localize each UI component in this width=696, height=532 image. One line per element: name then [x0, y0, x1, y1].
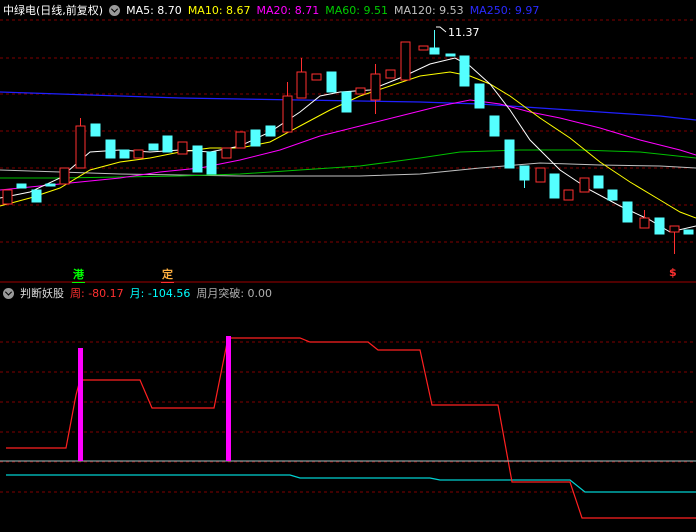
peak-marker-line: [436, 26, 447, 33]
up-candles: [2, 41, 680, 254]
down-candles: [16, 30, 694, 235]
mark-ding: 定: [161, 268, 174, 283]
mark-dollar: $: [669, 266, 677, 279]
week-value: 周: -80.17: [70, 287, 124, 300]
indicator-grid: [0, 341, 696, 493]
chevron-down-icon[interactable]: [3, 287, 14, 299]
indicator-name: 判断妖股: [20, 287, 64, 300]
chart-canvas[interactable]: 11.37: [0, 0, 696, 532]
breakout-value: 周月突破: 0.00: [196, 287, 273, 300]
candlesticks: [2, 30, 694, 254]
breakout-bar: [226, 336, 231, 461]
week-line: [6, 337, 696, 519]
month-value: 月: -104.56: [129, 287, 191, 300]
ma120-line: [0, 162, 696, 177]
indicator-legend: 判断妖股 周: -80.17 月: -104.56 周月突破: 0.00: [0, 283, 696, 303]
mark-hk: 港: [72, 268, 85, 283]
month-line: [6, 474, 696, 493]
peak-price-label: 11.37: [448, 26, 480, 39]
main-grid: [0, 19, 696, 243]
ma5-line: [0, 57, 696, 233]
breakout-bar: [78, 348, 83, 461]
